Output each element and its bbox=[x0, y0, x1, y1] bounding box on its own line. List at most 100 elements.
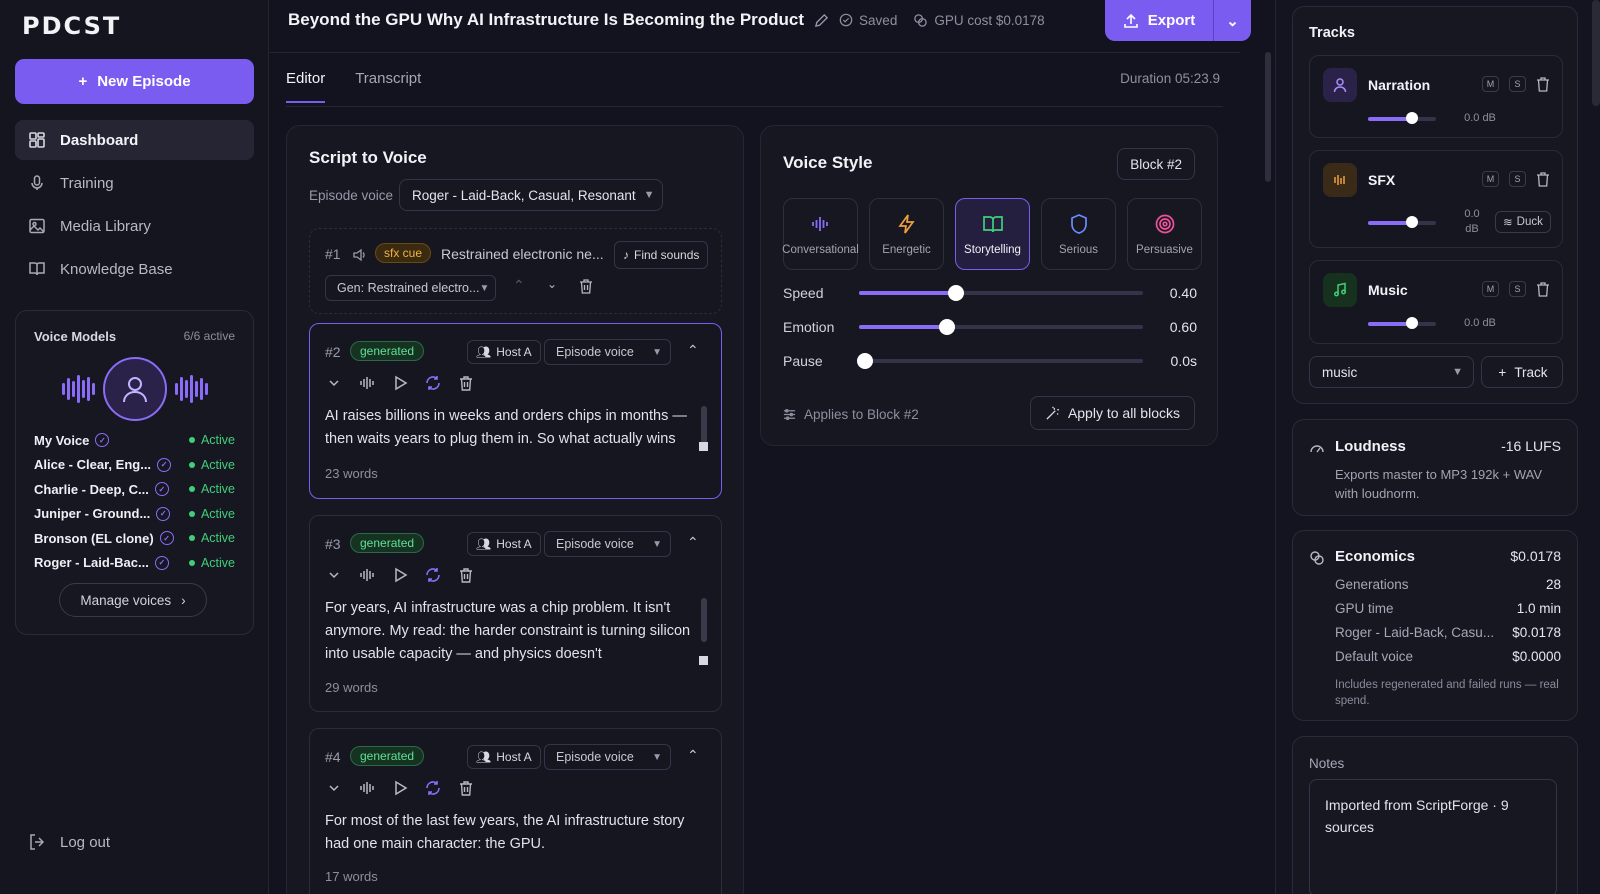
people-icon: 👥︎ bbox=[476, 537, 492, 551]
block-voice-select[interactable]: Episode voice ▼ bbox=[544, 339, 671, 365]
regenerate-icon[interactable] bbox=[424, 779, 442, 797]
voice-model-row[interactable]: My Voice ✓ Active bbox=[34, 428, 235, 453]
sidebar-item-training[interactable]: Training bbox=[15, 163, 254, 203]
solo-button[interactable]: S bbox=[1509, 171, 1526, 187]
mute-button[interactable]: M bbox=[1482, 281, 1499, 297]
page-scrollbar[interactable] bbox=[1592, 0, 1600, 106]
style-persuasive[interactable]: Persuasive bbox=[1127, 198, 1202, 270]
play-icon[interactable] bbox=[391, 566, 409, 584]
voice-model-row[interactable]: Alice - Clear, Eng... ✓ Active bbox=[34, 453, 235, 478]
block-text[interactable]: For most of the last few years, the AI i… bbox=[325, 810, 705, 856]
trash-icon[interactable] bbox=[457, 779, 475, 797]
mute-button[interactable]: M bbox=[1482, 171, 1499, 187]
notes-textarea[interactable]: Imported from ScriptForge · 9 sources bbox=[1309, 779, 1557, 894]
trash-icon[interactable] bbox=[579, 279, 593, 294]
sidebar-item-knowledge-base[interactable]: Knowledge Base bbox=[15, 249, 254, 289]
voice-model-row[interactable]: Charlie - Deep, C... ✓ Active bbox=[34, 477, 235, 502]
speed-slider[interactable] bbox=[859, 285, 1143, 301]
slider-knob[interactable] bbox=[1406, 317, 1419, 329]
waveform-icon[interactable] bbox=[358, 374, 376, 392]
textarea-scrollbar[interactable] bbox=[701, 598, 707, 642]
sfx-generation-select[interactable]: Gen: Restrained electro... ▼ bbox=[325, 275, 496, 301]
sidebar-item-media-library[interactable]: Media Library bbox=[15, 206, 254, 246]
pause-slider[interactable] bbox=[856, 353, 1143, 369]
slider-knob[interactable] bbox=[856, 353, 873, 369]
textarea-resize-handle[interactable] bbox=[699, 656, 708, 665]
track-volume-slider[interactable] bbox=[1368, 317, 1436, 329]
style-energetic[interactable]: Energetic bbox=[869, 198, 944, 270]
script-title: Script to Voice bbox=[309, 148, 427, 167]
new-track-type-select[interactable]: music ▼ bbox=[1309, 356, 1474, 388]
trash-icon[interactable] bbox=[457, 374, 475, 392]
style-conversational[interactable]: Conversational bbox=[782, 198, 859, 270]
voice-model-name: Alice - Clear, Eng... bbox=[34, 457, 152, 473]
trash-icon[interactable] bbox=[1536, 171, 1550, 187]
collapse-icon[interactable]: ⌃ bbox=[687, 534, 699, 551]
new-episode-button[interactable]: + New Episode bbox=[15, 59, 254, 104]
solo-button[interactable]: S bbox=[1509, 281, 1526, 297]
block-voice-select[interactable]: Episode voice ▼ bbox=[544, 744, 671, 770]
pencil-icon[interactable] bbox=[814, 13, 829, 28]
style-storytelling[interactable]: Storytelling bbox=[955, 198, 1030, 270]
chevron-down-icon[interactable] bbox=[325, 374, 343, 392]
sfx-block[interactable]: #1 sfx cue Restrained electronic ne... ♪… bbox=[309, 228, 722, 314]
episode-voice-select[interactable]: Roger - Laid-Back, Casual, Resonant ▼ bbox=[399, 179, 663, 211]
apply-to-all-button[interactable]: Apply to all blocks bbox=[1029, 396, 1195, 430]
slider-knob[interactable] bbox=[939, 319, 956, 335]
waveform-icon[interactable] bbox=[358, 779, 376, 797]
export-options-dropdown[interactable]: ⌄ bbox=[1214, 12, 1251, 30]
slider-knob[interactable] bbox=[947, 285, 964, 301]
main-scrollbar[interactable] bbox=[1265, 52, 1271, 182]
collapse-icon[interactable]: ⌃ bbox=[687, 342, 699, 359]
duck-button[interactable]: ≋ Duck bbox=[1495, 211, 1551, 233]
trash-icon[interactable] bbox=[1536, 281, 1550, 297]
block-text[interactable]: AI raises billions in weeks and orders c… bbox=[325, 405, 693, 451]
track-volume-slider[interactable] bbox=[1368, 112, 1436, 124]
track-volume-slider[interactable] bbox=[1368, 216, 1436, 228]
dashboard-icon bbox=[29, 132, 45, 148]
host-selector[interactable]: 👥︎ Host A bbox=[467, 340, 541, 364]
add-track-button[interactable]: + Track bbox=[1481, 356, 1563, 388]
chevron-down-icon[interactable] bbox=[325, 779, 343, 797]
slider-knob[interactable] bbox=[1406, 112, 1419, 124]
textarea-scrollbar[interactable] bbox=[701, 406, 707, 444]
block-voice-select[interactable]: Episode voice ▼ bbox=[544, 531, 671, 557]
regenerate-icon[interactable] bbox=[424, 374, 442, 392]
play-icon[interactable] bbox=[391, 779, 409, 797]
script-block[interactable]: #2 generated 👥︎ Host A Episode voice ▼ ⌃ A… bbox=[309, 323, 722, 499]
play-icon[interactable] bbox=[391, 374, 409, 392]
voice-model-row[interactable]: Roger - Laid-Bac... ✓ Active bbox=[34, 551, 235, 576]
tab-transcript[interactable]: Transcript bbox=[355, 70, 421, 103]
block-text[interactable]: For years, AI infrastructure was a chip … bbox=[325, 597, 693, 666]
episode-title[interactable]: Beyond the GPU Why AI Infrastructure Is … bbox=[288, 10, 804, 30]
style-serious[interactable]: Serious bbox=[1041, 198, 1116, 270]
regenerate-icon[interactable] bbox=[424, 566, 442, 584]
tab-editor[interactable]: Editor bbox=[286, 70, 326, 103]
emotion-slider[interactable] bbox=[859, 319, 1143, 335]
move-down-icon[interactable]: ⌄ bbox=[547, 277, 557, 291]
solo-button[interactable]: S bbox=[1509, 76, 1526, 92]
manage-voices-button[interactable]: Manage voices › bbox=[59, 583, 207, 617]
slider-knob[interactable] bbox=[1406, 216, 1419, 228]
chevron-down-icon[interactable] bbox=[325, 566, 343, 584]
slider-label: Pause bbox=[783, 353, 823, 369]
voice-model-row[interactable]: Juniper - Ground... ✓ Active bbox=[34, 502, 235, 527]
track-db: 0.0 dB bbox=[1464, 317, 1496, 329]
sidebar-item-dashboard[interactable]: Dashboard bbox=[15, 120, 254, 160]
host-selector[interactable]: 👥︎ Host A bbox=[467, 532, 541, 556]
voice-model-row[interactable]: Bronson (EL clone) ✓ Active bbox=[34, 526, 235, 551]
export-button[interactable]: Export bbox=[1105, 0, 1214, 41]
waveform-icon[interactable] bbox=[358, 566, 376, 584]
script-block[interactable]: #4 generated 👥︎ Host A Episode voice ▼ ⌃ F… bbox=[309, 728, 722, 894]
collapse-icon[interactable]: ⌃ bbox=[687, 747, 699, 764]
logout-button[interactable]: Log out bbox=[28, 833, 110, 851]
script-block[interactable]: #3 generated 👥︎ Host A Episode voice ▼ ⌃ F… bbox=[309, 515, 722, 712]
find-sounds-button[interactable]: ♪ Find sounds bbox=[614, 241, 709, 269]
trash-icon[interactable] bbox=[457, 566, 475, 584]
move-up-icon[interactable]: ⌃ bbox=[513, 277, 525, 294]
mute-button[interactable]: M bbox=[1482, 76, 1499, 92]
track-db: 0.0 dB bbox=[1464, 112, 1496, 124]
trash-icon[interactable] bbox=[1536, 76, 1550, 92]
textarea-resize-handle[interactable] bbox=[699, 442, 708, 451]
host-selector[interactable]: 👥︎ Host A bbox=[467, 745, 541, 769]
